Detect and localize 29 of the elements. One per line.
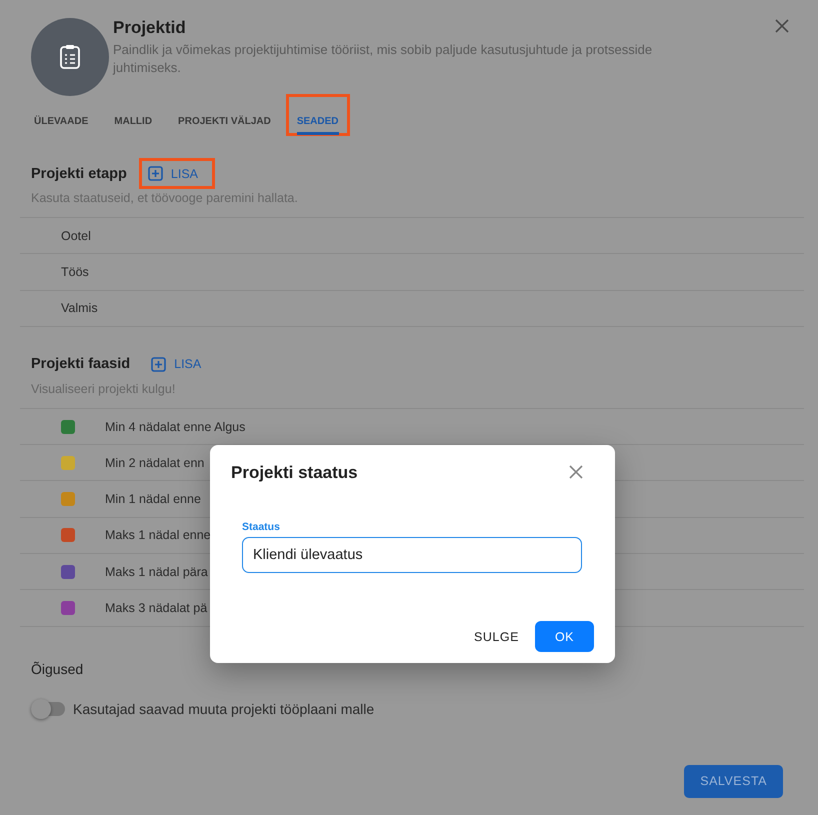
section-title: Projekti etapp [31,166,127,182]
stage-label: Töös [61,264,89,279]
dialog-title: Projekti staatus [231,463,358,483]
add-button[interactable]: LISA [142,348,218,380]
app-title: Projektid [113,18,187,38]
add-button[interactable]: LISA [138,158,215,189]
phase-label: Min 1 nädal enne [105,492,201,506]
tab[interactable]: MALLID [103,94,164,136]
phase-label: Min 4 nädalat enne Algus [105,420,246,434]
stage-label: Valmis [61,301,98,316]
phase-label: Maks 1 nädal pära [105,564,208,579]
ok-button[interactable]: OK [534,621,594,652]
tab[interactable]: PROJEKTI VÄLJAD [167,94,282,136]
tab[interactable]: SEADED [286,94,350,136]
phase-label: Maks 3 nädalat pä [105,601,208,616]
field-label: Staatus [242,521,281,533]
section-title: Projekti faasid [31,356,130,372]
status-input-field[interactable]: Kliendi ülevaatus [242,537,582,573]
close-button[interactable]: SULGE [470,621,523,652]
stage-label: Ootel [61,228,91,243]
add-icon [148,166,163,181]
app-description: Paindlik ja võimekas projektijuhtimise tööriist, mis sobib paljude kasutusjuhtude ja protsesside juhtimiseks. [113,41,654,77]
add-icon [151,356,166,372]
phase-label: Min 2 nädalat enn [105,456,204,470]
save-button[interactable]: SALVESTA [684,764,783,798]
tab[interactable]: ÜLEVAADE [31,94,100,136]
section-title: Õigused [31,660,84,677]
toggle-label: Kasutajad saavad muuta projekti tööplaani malle [73,700,374,717]
phase-label: Maks 1 nädal enne [105,528,211,542]
